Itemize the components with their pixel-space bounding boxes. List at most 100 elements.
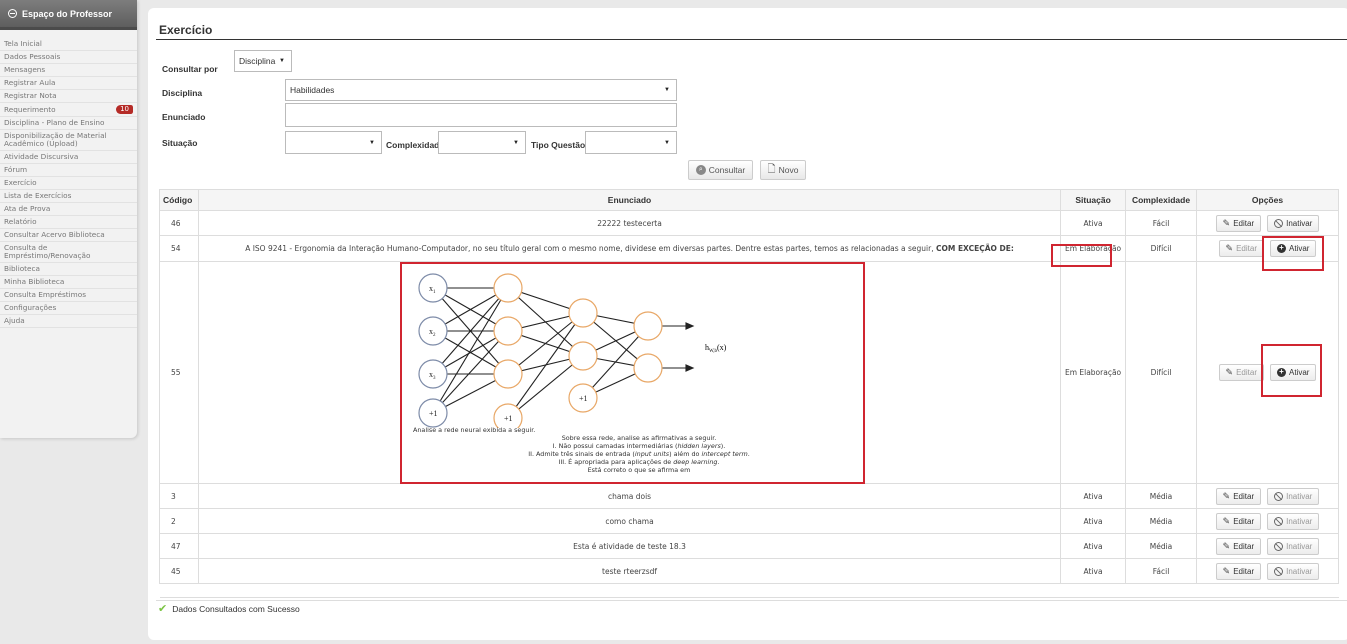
collapse-icon[interactable] [8, 9, 17, 18]
inactivate-label: Inativar [1286, 566, 1313, 576]
highlight-question-image [400, 262, 865, 484]
header-codigo[interactable]: Código [159, 189, 199, 211]
sidebar-item-label: Tela Inicial [4, 39, 42, 48]
inactivate-button[interactable]: Inativar [1267, 214, 1320, 232]
consultar-button[interactable]: ⌕ Consultar [688, 160, 753, 180]
row-status: Ativa [1060, 508, 1127, 534]
consultar-por-select[interactable]: Disciplina ▼ [234, 50, 292, 72]
pencil-icon: ✎ [1222, 540, 1231, 551]
edit-button[interactable]: ✎ Editar [1215, 562, 1262, 580]
table-row: 54 A ISO 9241 - Ergonomia da Interação H… [159, 235, 1339, 262]
sidebar-item[interactable]: Lista de Exercícios [0, 190, 137, 203]
sidebar-item[interactable]: Configurações [0, 302, 137, 315]
inactivate-label: Inativar [1286, 491, 1313, 501]
highlight-status [1051, 244, 1112, 267]
chevron-down-icon: ▼ [279, 58, 285, 64]
edit-button[interactable]: ✎ Editar [1215, 214, 1262, 232]
row-status: Ativa [1060, 210, 1127, 236]
row-enunciado: A ISO 9241 - Ergonomia da Interação Huma… [197, 235, 1062, 262]
inactivate-button[interactable]: Inativar [1267, 512, 1320, 530]
novo-button[interactable]: 🗋 Novo [760, 160, 806, 180]
edit-label: Editar [1233, 218, 1255, 228]
inactivate-button[interactable]: Inativar [1267, 562, 1320, 580]
sidebar-item-label: Registrar Nota [4, 91, 57, 100]
sidebar-item-label: Disciplina - Plano de Ensino [4, 118, 105, 127]
sidebar-item[interactable]: Registrar Nota [0, 90, 137, 103]
consultar-por-value: Disciplina [239, 56, 276, 66]
ban-icon [1274, 218, 1284, 228]
sidebar: Espaço do Professor Tela Inicial Dados Pe… [0, 0, 137, 438]
row-options: ✎ Editar Inativar [1196, 533, 1339, 559]
disciplina-value: Habilidades [290, 85, 335, 95]
pencil-icon: ✎ [1225, 243, 1234, 253]
sidebar-item[interactable]: Requerimento 10 [0, 103, 137, 117]
sidebar-item-label: Fórum [4, 165, 28, 174]
chevron-down-icon: ▼ [369, 139, 375, 146]
row-complexity: Fácil [1125, 210, 1198, 236]
sidebar-item[interactable]: Dados Pessoais [0, 51, 137, 64]
edit-label: Editar [1233, 541, 1255, 551]
tipo-questao-select[interactable]: ▼ [585, 131, 677, 154]
edit-button[interactable]: ✎ Editar [1218, 364, 1264, 381]
sidebar-item-label: Biblioteca [4, 264, 41, 273]
header-complexidade[interactable]: Complexidade [1125, 189, 1198, 211]
header-situacao[interactable]: Situação [1060, 189, 1127, 211]
edit-button[interactable]: ✎ Editar [1218, 240, 1264, 257]
sidebar-item[interactable]: Consulta Empréstimos [0, 289, 137, 302]
edit-button[interactable]: ✎ Editar [1215, 512, 1262, 530]
situacao-select[interactable]: ▼ [285, 131, 382, 154]
tipo-questao-label: Tipo Questão [531, 140, 586, 150]
row-code: 3 [159, 483, 199, 509]
sidebar-title: Espaço do Professor [22, 8, 113, 19]
situacao-label: Situação [162, 138, 198, 148]
inactivate-button[interactable]: Inativar [1267, 487, 1320, 505]
table-footer-row [159, 583, 1339, 598]
page-title: Exercício [159, 23, 213, 37]
row-code: 47 [159, 533, 199, 559]
sidebar-menu: Tela Inicial Dados Pessoais Mensagens Regis… [0, 30, 137, 328]
sidebar-item[interactable]: Tela Inicial [0, 38, 137, 51]
inactivate-button[interactable]: Inativar [1267, 537, 1320, 555]
sidebar-item-label: Disponibilização de Material Acadêmico (… [4, 131, 107, 148]
new-document-icon: 🗋 [767, 163, 776, 175]
sidebar-item[interactable]: Biblioteca [0, 263, 137, 276]
table-row: 46 22222 testecerta Ativa Fácil ✎ Editar … [159, 210, 1339, 236]
sidebar-item[interactable]: Disponibilização de Material Acadêmico (… [0, 130, 137, 151]
sidebar-item[interactable]: Minha Biblioteca [0, 276, 137, 289]
sidebar-item[interactable]: Ajuda [0, 315, 137, 328]
row-status: Em Elaboração [1060, 261, 1127, 484]
edit-label: Editar [1233, 491, 1255, 501]
sidebar-item-label: Ajuda [4, 316, 25, 325]
disciplina-label: Disciplina [162, 88, 203, 98]
sidebar-item[interactable]: Mensagens [0, 64, 137, 77]
row-enunciado-text: A ISO 9241 - Ergonomia da Interação Huma… [245, 244, 934, 253]
sidebar-header[interactable]: Espaço do Professor [0, 0, 137, 30]
complexidade-select[interactable]: ▼ [438, 131, 526, 154]
sidebar-item[interactable]: Ata de Prova [0, 203, 137, 216]
row-enunciado: 22222 testecerta [197, 210, 1062, 236]
sidebar-item[interactable]: Exercício [0, 177, 137, 190]
table-footer-spacer [159, 583, 1339, 598]
table-row: 3 chama dois Ativa Média ✎ Editar Inativa… [159, 483, 1339, 509]
sidebar-item[interactable]: Registrar Aula [0, 77, 137, 90]
sidebar-item-label: Dados Pessoais [4, 52, 61, 61]
edit-button[interactable]: ✎ Editar [1215, 487, 1262, 505]
sidebar-item-label: Consulta de Empréstimo/Renovação [4, 243, 91, 260]
highlight-activate-54 [1262, 236, 1324, 271]
row-enunciado: teste rteerzsdf [197, 558, 1062, 584]
title-divider [156, 39, 1347, 40]
sidebar-item[interactable]: Relatório [0, 216, 137, 229]
enunciado-input[interactable] [285, 103, 677, 127]
sidebar-item[interactable]: Disciplina - Plano de Ensino [0, 117, 137, 130]
row-enunciado: chama dois [197, 483, 1062, 509]
sidebar-item[interactable]: Atividade Discursiva [0, 151, 137, 164]
main-panel: Exercício Consultar por Disciplina ▼ Dis… [148, 8, 1347, 640]
row-enunciado-bold: COM EXCEÇÃO DE: [935, 244, 1014, 253]
sidebar-item[interactable]: Consultar Acervo Biblioteca [0, 229, 137, 242]
sidebar-item[interactable]: Fórum [0, 164, 137, 177]
edit-button[interactable]: ✎ Editar [1215, 537, 1262, 555]
sidebar-item[interactable]: Consulta de Empréstimo/Renovação [0, 242, 137, 263]
header-enunciado[interactable]: Enunciado [197, 189, 1062, 211]
row-status: Ativa [1060, 483, 1127, 509]
disciplina-select[interactable]: Habilidades ▼ [285, 79, 677, 101]
